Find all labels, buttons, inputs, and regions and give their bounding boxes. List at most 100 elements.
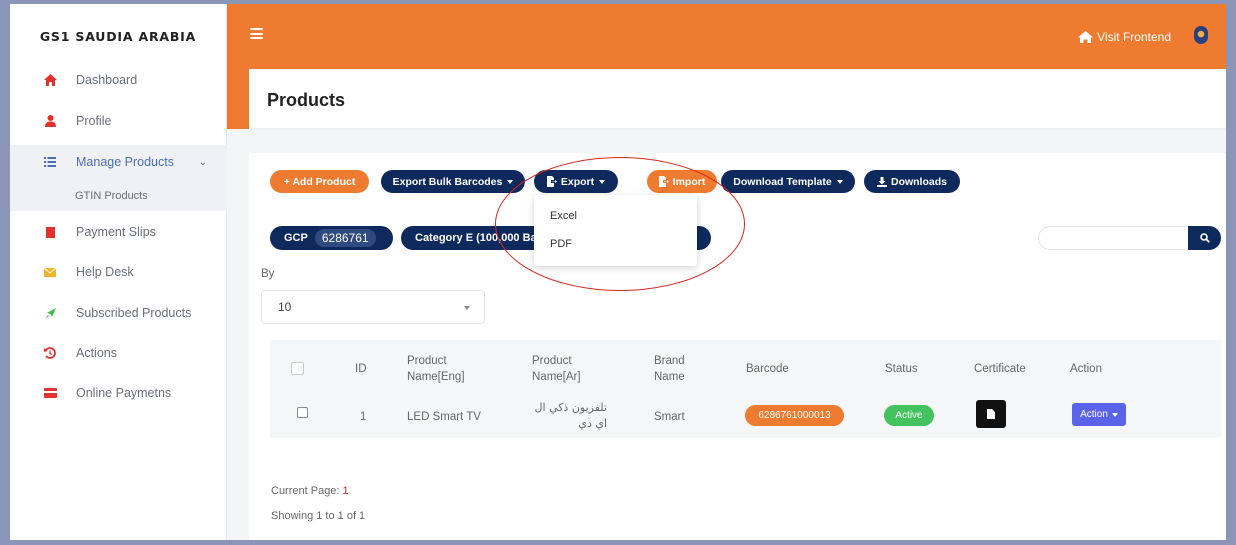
certificate-button[interactable]	[976, 400, 1006, 428]
file-import-icon	[658, 176, 669, 187]
cell-id: 1	[360, 411, 367, 423]
file-export-icon	[546, 176, 557, 187]
sidebar: GS1 SAUDIA ARABIA Dashboard Profile Mana…	[10, 4, 227, 540]
downloads-label: Downloads	[890, 175, 947, 188]
header-product-name-eng: Product Name[Eng]	[407, 353, 465, 385]
envelope-icon	[43, 265, 57, 279]
sidebar-item-label: Subscribed Products	[76, 306, 192, 320]
search-button[interactable]	[1188, 226, 1221, 250]
import-button[interactable]: Import	[647, 170, 717, 193]
gcp-badge: GCP 6286761	[270, 226, 393, 250]
home-icon	[1078, 31, 1094, 43]
header-text: Name	[654, 371, 685, 383]
header-barcode: Barcode	[746, 363, 789, 375]
header-text: Product	[532, 355, 572, 367]
sidebar-item-actions[interactable]: Actions	[10, 340, 227, 366]
download-icon	[876, 176, 887, 187]
caret-down-icon	[599, 179, 606, 184]
export-dropdown-menu: Excel PDF	[534, 195, 697, 266]
user-icon	[43, 114, 57, 128]
header-text: Name[Ar]	[532, 371, 581, 383]
current-page-value: 1	[342, 485, 349, 497]
cell-product-name-ar: تلفزيون ذكي ال اي دي	[527, 400, 607, 432]
chevron-down-icon: ⌄	[198, 156, 207, 168]
list-icon	[43, 155, 57, 169]
sidebar-item-label: Manage Products	[76, 155, 174, 169]
row-action-button[interactable]: Action	[1072, 403, 1126, 426]
document-icon	[43, 225, 57, 239]
sidebar-item-subscribed-products[interactable]: Subscribed Products	[10, 300, 227, 326]
caret-down-icon	[836, 179, 843, 184]
brand-title: GS1 SAUDIA ARABIA	[39, 28, 197, 44]
per-page-select[interactable]: 10	[261, 290, 485, 324]
add-product-button[interactable]: + Add Product	[270, 170, 369, 193]
select-all-checkbox[interactable]	[291, 362, 304, 375]
export-pdf-option[interactable]: PDF	[550, 238, 572, 250]
cell-text: اي دي	[578, 417, 607, 430]
export-bulk-barcodes-button[interactable]: Export Bulk Barcodes	[381, 170, 525, 193]
cell-brand: Smart	[654, 411, 685, 423]
per-page-label: By	[261, 268, 275, 280]
history-icon	[43, 346, 57, 360]
search-icon	[1199, 233, 1210, 243]
header-accent	[227, 69, 249, 129]
rocket-icon	[43, 306, 57, 320]
export-dropdown-button[interactable]: Export	[534, 170, 618, 193]
search-input[interactable]	[1038, 226, 1188, 250]
header-action: Action	[1070, 363, 1102, 375]
category-label: Category E (100,000 Ba	[415, 232, 537, 244]
page-header: Products	[249, 70, 1226, 128]
sidebar-item-online-payments[interactable]: Online Paymetns	[10, 380, 227, 406]
sidebar-subitem-gtin-products[interactable]: GTIN Products	[75, 190, 148, 202]
per-page-value: 10	[278, 300, 292, 314]
export-label: Export	[560, 175, 595, 188]
header-id: ID	[355, 363, 367, 375]
top-navbar: Visit Frontend	[227, 4, 1226, 69]
barcode-badge: 6286761000013	[745, 405, 844, 426]
app-window: GS1 SAUDIA ARABIA Dashboard Profile Mana…	[10, 4, 1226, 540]
credit-card-icon	[43, 386, 57, 400]
sidebar-item-label: Online Paymetns	[76, 386, 172, 400]
header-text: Product	[407, 355, 447, 367]
sidebar-item-payment-slips[interactable]: Payment Slips	[10, 219, 227, 245]
status-badge: Active	[884, 405, 934, 426]
current-page-info: Current Page: 1	[271, 485, 349, 497]
current-page-label: Current Page:	[271, 485, 340, 497]
import-label: Import	[672, 175, 706, 188]
sidebar-item-manage-products[interactable]: Manage Products ⌄	[10, 149, 227, 175]
caret-down-icon	[464, 306, 470, 310]
showing-info: Showing 1 to 1 of 1	[271, 510, 366, 522]
gcp-label: GCP	[284, 232, 308, 244]
sidebar-item-dashboard[interactable]: Dashboard	[10, 67, 227, 93]
download-template-label: Download Template	[733, 175, 832, 188]
visit-frontend-link[interactable]: Visit Frontend	[1078, 30, 1171, 44]
caret-down-icon	[507, 179, 514, 184]
sidebar-item-label: Actions	[76, 346, 117, 360]
header-product-name-ar: Product Name[Ar]	[532, 353, 581, 385]
file-icon	[987, 409, 995, 419]
header-text: Name[Eng]	[407, 371, 465, 383]
header-certificate: Certificate	[974, 363, 1026, 375]
caret-down-icon	[1111, 412, 1118, 417]
sidebar-item-profile[interactable]: Profile	[10, 108, 227, 134]
export-excel-option[interactable]: Excel	[550, 210, 577, 222]
cell-text: تلفزيون ذكي ال	[534, 401, 607, 414]
hamburger-menu-icon[interactable]	[250, 28, 263, 39]
row-checkbox[interactable]	[297, 407, 308, 418]
header-brand-name: Brand Name	[654, 353, 685, 385]
header-status: Status	[885, 363, 918, 375]
page-title: Products	[267, 90, 346, 110]
sidebar-item-label: Profile	[76, 114, 112, 128]
downloads-button[interactable]: Downloads	[864, 170, 960, 193]
action-label: Action	[1080, 409, 1108, 420]
visit-frontend-label: Visit Frontend	[1097, 30, 1171, 44]
avatar[interactable]	[1194, 26, 1208, 44]
sidebar-item-help-desk[interactable]: Help Desk	[10, 259, 227, 285]
sidebar-item-label: Dashboard	[76, 73, 138, 87]
header-text: Brand	[654, 355, 685, 367]
sidebar-item-label: Payment Slips	[76, 225, 156, 239]
export-bulk-barcodes-label: Export Bulk Barcodes	[392, 175, 503, 188]
sidebar-item-label: Help Desk	[76, 265, 134, 279]
cell-product-name-eng: LED Smart TV	[407, 411, 481, 423]
download-template-button[interactable]: Download Template	[721, 170, 855, 193]
